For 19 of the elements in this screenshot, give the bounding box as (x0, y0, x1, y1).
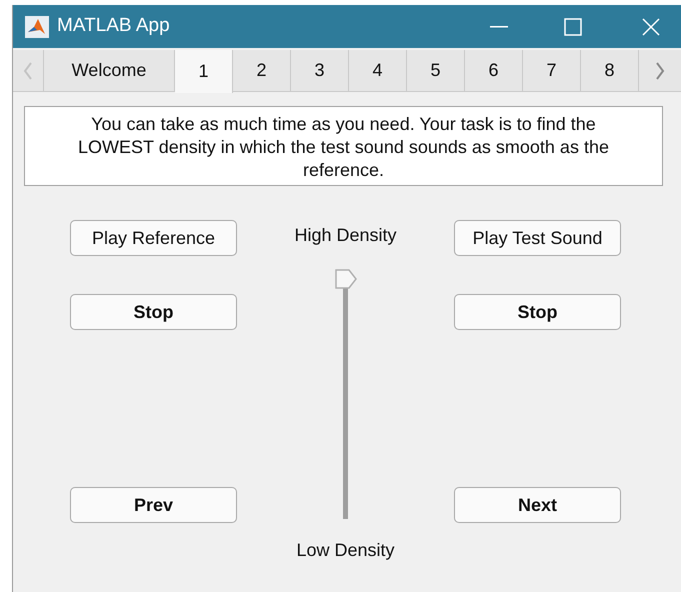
play-button[interactable]: Play Test Sound (454, 220, 621, 256)
slider-top-label: High Density (294, 224, 397, 247)
minimize-icon (490, 26, 508, 28)
app-logo-icon (25, 16, 49, 38)
play-button[interactable]: Play Reference (70, 220, 237, 256)
nav-button[interactable]: Next (454, 487, 621, 523)
close-icon (642, 18, 660, 36)
chevron-left-icon (23, 62, 33, 80)
chevron-right-icon (655, 62, 665, 80)
instructions-text: You can take as much time as you need. Your task is to find the LOWEST density in which the test sound sounds as smooth as the reference. (24, 106, 663, 186)
slider-track[interactable] (334, 269, 356, 519)
tab[interactable]: 1 (175, 50, 233, 93)
slider-bottom-label: Low Density (296, 539, 395, 562)
maximize-icon (564, 18, 582, 36)
nav-button[interactable]: Prev (70, 487, 237, 523)
slider-thumb[interactable] (334, 269, 356, 289)
window-title: MATLAB App (57, 14, 170, 38)
nav-button[interactable]: Stop (454, 294, 621, 330)
nav-button[interactable]: Stop (70, 294, 237, 330)
